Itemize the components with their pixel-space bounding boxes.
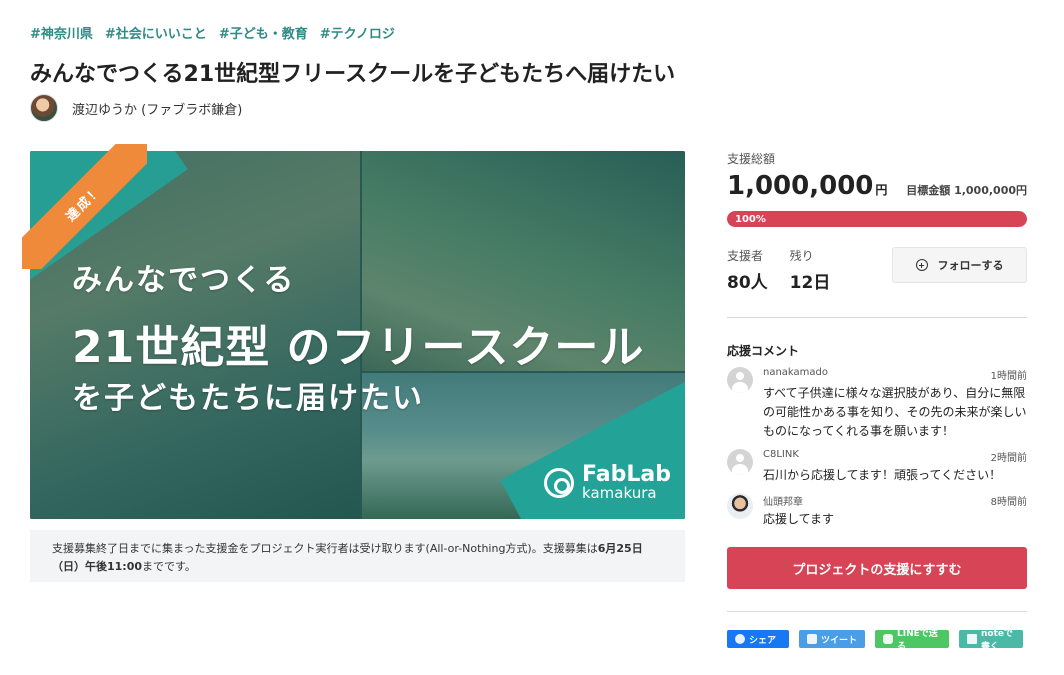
notice-text: 支援募集終了日までに集まった支援金をプロジェクト実行者は受け取ります(All-o… xyxy=(52,542,598,555)
supporters-label: 支援者 xyxy=(727,249,764,263)
line-share-label: LINEで送る xyxy=(897,629,938,652)
hero-headline-2: 21世紀型 のフリースクール xyxy=(72,322,645,373)
hero-headline-3: を子どもたちに届けたい xyxy=(72,381,424,416)
total-amount: 1,000,000 xyxy=(727,171,874,201)
comment-text: すべて子供達に様々な選択肢があり、自分に無限の可能性かある事を知り、その先の未来… xyxy=(763,386,1027,438)
twitter-icon xyxy=(807,634,817,644)
tag-kids-education[interactable]: #子ども・教育 xyxy=(219,23,308,42)
note-share-button[interactable]: noteで書く xyxy=(959,629,1023,652)
twitter-share-label: ツイート xyxy=(821,635,858,646)
comment-user[interactable]: 仙頭邦章 xyxy=(763,493,803,508)
supporters-stat: 支援者 80人 xyxy=(727,247,768,293)
note-share-label: noteで書く xyxy=(981,629,1013,652)
fablab-logo: FabLab kamakura xyxy=(544,464,671,501)
funding-sidebar: 支援総額 1,000,000 円 目標金額 1,000,000円 100% 支援者… xyxy=(727,150,1027,652)
follow-button-label: フォローする xyxy=(937,259,1004,272)
plus-circle-icon xyxy=(915,259,928,271)
user-avatar-icon[interactable] xyxy=(727,367,753,393)
comment-item: nanakamado 1時間前 すべて子供達に様々な選択肢があり、自分に無限の可… xyxy=(727,367,1027,441)
remaining-stat: 残り 12日 xyxy=(790,247,831,293)
facebook-share-label: シェア xyxy=(749,635,777,646)
notice-text-end: までです。 xyxy=(142,560,196,573)
comment-time: 1時間前 xyxy=(990,371,1027,382)
comment-text: 石川から応援してます！頑張ってください！ xyxy=(763,468,1002,482)
goal-amount: 目標金額 1,000,000円 xyxy=(906,184,1027,197)
share-buttons: シェア ツイート LINEで送る noteで書く xyxy=(727,629,1027,652)
tag-list: #神奈川県 #社会にいいこと #子ども・教育 #テクノロジ xyxy=(30,23,395,42)
divider xyxy=(727,611,1027,612)
divider xyxy=(727,317,1027,318)
fablab-logo-text: FabLab xyxy=(582,462,671,487)
comment-user[interactable]: C8LINK xyxy=(763,449,799,464)
comment-item: C8LINK 2時間前 石川から応援してます！頑張ってください！ xyxy=(727,449,1027,485)
facebook-icon xyxy=(735,634,745,644)
line-icon xyxy=(883,634,893,644)
line-share-button[interactable]: LINEで送る xyxy=(875,629,949,652)
funding-notice: 支援募集終了日までに集まった支援金をプロジェクト実行者は受け取ります(All-o… xyxy=(30,530,685,582)
remaining-value: 12日 xyxy=(789,273,831,293)
achieved-ribbon-label: 達成！ xyxy=(63,182,106,225)
comment-time: 2時間前 xyxy=(990,453,1027,464)
project-owner[interactable]: 渡辺ゆうか (ファブラボ鎌倉) xyxy=(30,94,242,122)
comment-user[interactable]: nanakamado xyxy=(763,367,828,382)
supporters-value: 80人 xyxy=(727,273,768,293)
total-label: 支援総額 xyxy=(727,152,776,166)
comment-item: 仙頭邦章 8時間前 応援してます xyxy=(727,493,1027,529)
remaining-label: 残り xyxy=(789,249,814,263)
owner-avatar xyxy=(30,94,58,122)
follow-button[interactable]: フォローする xyxy=(892,247,1027,283)
user-avatar[interactable] xyxy=(727,493,753,519)
achieved-ribbon: 達成！ xyxy=(22,144,147,269)
facebook-share-button[interactable]: シェア xyxy=(727,630,789,648)
comment-text: 応援してます xyxy=(763,512,835,526)
note-icon xyxy=(967,634,977,644)
support-project-button[interactable]: プロジェクトの支援にすすむ xyxy=(727,547,1027,589)
twitter-share-button[interactable]: ツイート xyxy=(799,630,865,648)
comments-title: 応援コメント xyxy=(727,344,800,358)
fablab-logo-subtext: kamakura xyxy=(582,484,657,502)
progress-fill: 100% xyxy=(727,211,1027,227)
progress-label: 100% xyxy=(735,213,766,225)
tag-kanagawa[interactable]: #神奈川県 xyxy=(30,23,93,42)
fablab-logo-icon xyxy=(544,467,575,498)
owner-name: 渡辺ゆうか (ファブラボ鎌倉) xyxy=(72,102,243,118)
project-title: みんなでつくる21世紀型フリースクールを子どもたちへ届けたい xyxy=(30,62,676,87)
total-unit: 円 xyxy=(875,183,888,197)
tag-social-good[interactable]: #社会にいいこと xyxy=(105,23,207,42)
user-avatar-icon[interactable] xyxy=(727,449,753,475)
comment-time: 8時間前 xyxy=(990,497,1027,508)
progress-bar: 100% xyxy=(727,211,1027,227)
tag-technology[interactable]: #テクノロジ xyxy=(320,23,395,42)
